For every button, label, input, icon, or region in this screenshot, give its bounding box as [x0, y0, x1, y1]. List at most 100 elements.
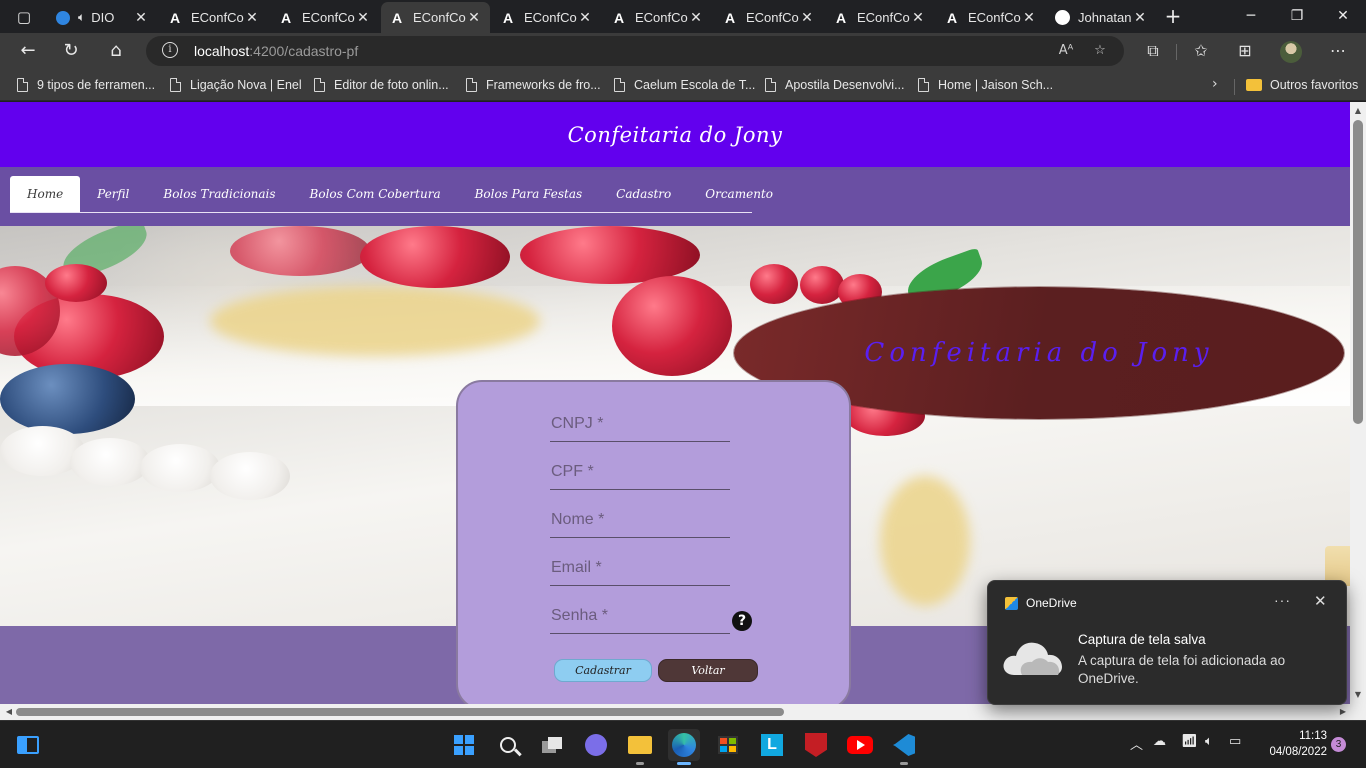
tab-perfil[interactable]: Perfil — [80, 176, 146, 212]
back-icon[interactable]: ← — [13, 37, 43, 65]
widgets-icon[interactable] — [12, 729, 44, 761]
browser-tab[interactable]: A EConfCo ✕ — [270, 2, 379, 33]
speaker-icon[interactable]: 🔈︎ — [78, 10, 85, 25]
onedrive-notification[interactable]: OneDrive ··· ✕ Captura de tela salva A c… — [987, 580, 1347, 705]
close-icon[interactable]: ✕ — [799, 9, 815, 26]
close-icon[interactable]: ✕ — [466, 9, 482, 26]
teams-chat-icon[interactable] — [580, 729, 612, 761]
minimize-icon[interactable]: ─ — [1228, 0, 1274, 33]
new-tab-icon[interactable]: + — [1160, 4, 1186, 30]
volume-icon[interactable]: 🔈︎ — [1205, 734, 1213, 749]
bookmark-item[interactable]: Ligação Nova | Enel — [170, 76, 302, 94]
read-aloud-icon[interactable]: Aᴬ — [1056, 42, 1076, 60]
scroll-thumb[interactable] — [16, 708, 784, 716]
browser-tab[interactable]: A EConfCo ✕ — [603, 2, 712, 33]
bookmark-item[interactable]: Editor de foto onlin... — [314, 76, 449, 94]
cake-sponge — [210, 286, 540, 356]
edge-browser-icon[interactable] — [668, 729, 700, 765]
tab-orcamento[interactable]: Orcamento — [688, 176, 790, 212]
browser-tab[interactable]: A EConfCo ✕ — [492, 2, 601, 33]
store-icon[interactable] — [712, 729, 744, 761]
tab-label: EConfCo — [968, 10, 1021, 25]
browser-tab-active[interactable]: A EConfCo ✕ — [381, 2, 490, 33]
close-icon[interactable]: ✕ — [244, 9, 260, 26]
voltar-button[interactable]: Voltar — [658, 659, 758, 682]
bookmark-item[interactable]: Apostila Desenvolvi... — [765, 76, 905, 94]
add-favorite-icon[interactable]: ☆ — [1090, 42, 1110, 60]
refresh-icon[interactable]: ↻ — [56, 37, 86, 65]
avatar[interactable] — [1280, 41, 1302, 63]
bookmark-label: Caelum Escola de T... — [634, 78, 756, 92]
bookmark-item[interactable]: Frameworks de fro... — [466, 76, 601, 94]
other-favorites[interactable]: Outros favoritos — [1246, 76, 1358, 94]
tab-home[interactable]: Home — [10, 176, 81, 212]
vscode-icon[interactable] — [888, 729, 920, 765]
scroll-right-icon[interactable]: ▶ — [1336, 704, 1350, 720]
more-options-icon[interactable]: ··· — [1274, 592, 1291, 608]
cpf-field[interactable]: CPF * — [550, 456, 730, 490]
email-placeholder: Email * — [551, 559, 602, 576]
browser-tab[interactable]: A EConfCo ✕ — [936, 2, 1045, 33]
learning-app-icon[interactable]: L — [756, 729, 788, 761]
search-icon[interactable] — [492, 729, 524, 761]
battery-icon[interactable]: ▭ — [1229, 734, 1241, 749]
senha-field[interactable]: Senha * — [550, 600, 730, 634]
help-icon[interactable]: ? — [732, 611, 752, 631]
browser-tab[interactable]: 🔈︎ DIO ✕ — [48, 2, 157, 33]
extensions-icon[interactable]: ⧉ — [1140, 39, 1166, 63]
close-icon[interactable]: ✕ — [355, 9, 371, 26]
scroll-left-icon[interactable]: ◀ — [2, 704, 16, 720]
horizontal-scrollbar[interactable]: ◀ ▶ — [0, 704, 1366, 720]
cloud-icon — [1003, 642, 1062, 675]
mcafee-icon[interactable] — [800, 729, 832, 761]
close-icon[interactable]: ✕ — [1314, 592, 1327, 610]
scroll-thumb[interactable] — [1353, 120, 1363, 424]
notification-badge[interactable]: 3 — [1331, 737, 1346, 752]
browser-tab[interactable]: A EConfCo ✕ — [159, 2, 268, 33]
tab-cadastro[interactable]: Cadastro — [599, 176, 688, 212]
site-info-icon[interactable]: i — [162, 42, 178, 58]
cadastrar-button[interactable]: Cadastrar — [554, 659, 652, 682]
chevron-right-icon[interactable]: › — [1212, 76, 1218, 92]
tab-bolos-para-festas[interactable]: Bolos Para Festas — [458, 176, 600, 212]
collections-icon[interactable]: ⊞ — [1232, 39, 1258, 63]
task-view-icon[interactable] — [536, 729, 568, 761]
window-close-icon[interactable]: ✕ — [1320, 0, 1366, 33]
youtube-icon[interactable] — [844, 729, 876, 761]
more-options-icon[interactable]: ⋯ — [1325, 39, 1351, 63]
tab-bolos-tradicionais[interactable]: Bolos Tradicionais — [146, 176, 292, 212]
address-bar[interactable]: i localhost:4200/cadastro-pf Aᴬ ☆ — [146, 36, 1124, 66]
scroll-down-icon[interactable]: ▼ — [1350, 688, 1366, 702]
file-explorer-icon[interactable] — [624, 729, 656, 765]
email-field[interactable]: Email * — [550, 552, 730, 586]
tab-actions-icon[interactable]: ▢ — [8, 6, 40, 28]
start-icon[interactable] — [448, 729, 480, 761]
scroll-up-icon[interactable]: ▲ — [1350, 104, 1366, 118]
browser-tab[interactable]: A EConfCo ✕ — [825, 2, 934, 33]
onedrive-tray-icon[interactable]: ☁ — [1153, 734, 1166, 749]
browser-tab[interactable]: Johnatan ✕ — [1047, 2, 1156, 33]
close-icon[interactable]: ✕ — [133, 9, 149, 26]
close-icon[interactable]: ✕ — [688, 9, 704, 26]
clock[interactable]: 11:13 04/08/2022 — [1257, 728, 1327, 760]
nome-field[interactable]: Nome * — [550, 504, 730, 538]
bookmark-item[interactable]: Home | Jaison Sch... — [918, 76, 1053, 94]
close-icon[interactable]: ✕ — [577, 9, 593, 26]
wifi-icon[interactable]: 📶︎ — [1181, 734, 1198, 749]
home-icon[interactable]: ⌂ — [101, 37, 131, 65]
tab-label: EConfCo — [746, 10, 799, 25]
close-icon[interactable]: ✕ — [1021, 9, 1037, 26]
tab-bolos-com-cobertura[interactable]: Bolos Com Cobertura — [293, 176, 458, 212]
strawberry — [612, 276, 732, 376]
restore-icon[interactable]: ❐ — [1274, 0, 1320, 33]
chevron-up-icon[interactable]: ︿ — [1130, 734, 1143, 753]
close-icon[interactable]: ✕ — [1132, 9, 1148, 26]
close-icon[interactable]: ✕ — [910, 9, 926, 26]
bookmark-item[interactable]: Caelum Escola de T... — [614, 76, 755, 94]
favorites-icon[interactable]: ✩ — [1188, 39, 1214, 63]
cnpj-field[interactable]: CNPJ * — [550, 408, 730, 442]
url-text[interactable]: localhost:4200/cadastro-pf — [194, 43, 358, 59]
bookmark-item[interactable]: 9 tipos de ferramen... — [17, 76, 155, 94]
browser-tab[interactable]: A EConfCo ✕ — [714, 2, 823, 33]
vertical-scrollbar[interactable]: ▲ ▼ — [1350, 102, 1366, 704]
